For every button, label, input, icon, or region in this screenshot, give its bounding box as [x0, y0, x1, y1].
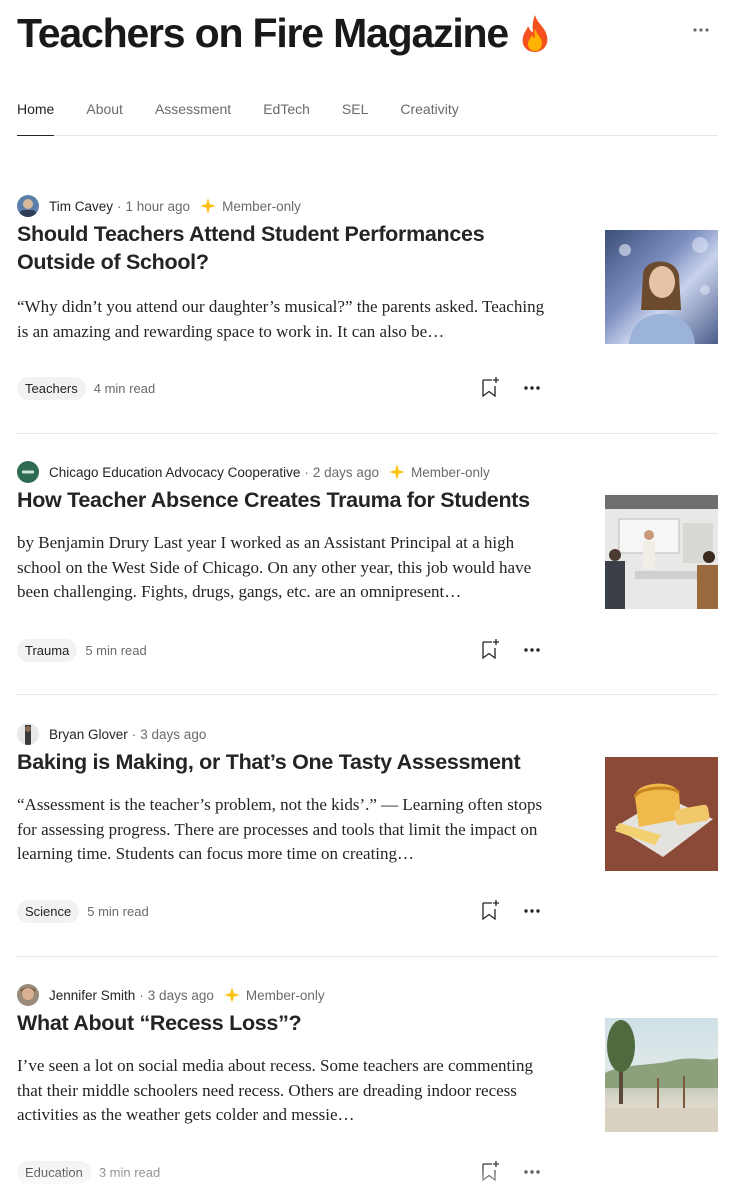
article-thumbnail[interactable] — [605, 495, 718, 609]
read-time: 5 min read — [85, 642, 147, 658]
tab-creativity[interactable]: Creativity — [400, 96, 458, 136]
member-star-icon — [200, 198, 217, 214]
article-card[interactable]: Bryan Glover · 3 days ago Baking is Maki… — [17, 722, 718, 984]
article-card[interactable]: Chicago Education Advocacy Cooperative ·… — [17, 460, 718, 722]
article-title[interactable]: Baking is Making, or That’s One Tasty As… — [17, 748, 562, 776]
article-tag[interactable]: Teachers — [17, 376, 86, 400]
post-time: 1 hour ago — [125, 198, 191, 214]
author-name[interactable]: Tim Cavey — [49, 199, 113, 214]
separator-dot: · — [139, 987, 144, 1003]
bookmark-add-icon[interactable] — [481, 899, 501, 921]
read-time: 3 min read — [98, 1164, 161, 1180]
article-meta: Bryan Glover · 3 days ago — [17, 722, 206, 746]
article-divider — [17, 694, 718, 695]
publication-title[interactable]: Teachers on Fire Magazine — [17, 8, 509, 58]
bookmark-add-icon[interactable] — [481, 1160, 501, 1182]
author-avatar[interactable] — [17, 984, 39, 1006]
publication-title-row: Teachers on Fire Magazine — [17, 8, 722, 58]
article-footer: Science 5 min read — [17, 899, 547, 923]
article-excerpt[interactable]: by Benjamin Drury Last year I worked as … — [17, 531, 557, 606]
tab-edtech[interactable]: EdTech — [263, 96, 310, 136]
tab-assessment[interactable]: Assessment — [155, 96, 231, 136]
read-time: 5 min read — [87, 903, 149, 919]
member-only-label: Member-only — [410, 464, 490, 480]
post-time: 3 days ago — [147, 987, 214, 1003]
more-options-icon[interactable] — [523, 1168, 541, 1176]
tab-home[interactable]: Home — [17, 96, 55, 136]
article-thumbnail[interactable] — [605, 757, 718, 871]
article-meta: Jennifer Smith · 3 days ago Member-only — [17, 983, 325, 1007]
more-options-icon[interactable] — [692, 26, 710, 34]
article-excerpt[interactable]: I’ve seen a lot on social media about re… — [17, 1054, 557, 1129]
article-excerpt[interactable]: “Assessment is the teacher’s problem, no… — [17, 793, 557, 868]
article-card[interactable]: Tim Cavey · 1 hour ago Member-only Shoul… — [17, 194, 718, 456]
more-options-icon[interactable] — [523, 907, 541, 915]
read-time: 4 min read — [93, 380, 156, 396]
article-card[interactable]: Jennifer Smith · 3 days ago Member-only … — [17, 983, 718, 1200]
article-meta: Tim Cavey · 1 hour ago Member-only — [17, 194, 301, 218]
article-tag[interactable]: Education — [17, 1160, 91, 1184]
article-thumbnail[interactable] — [605, 1018, 718, 1132]
author-avatar[interactable] — [17, 723, 39, 745]
article-tag[interactable]: Trauma — [17, 638, 78, 662]
article-excerpt[interactable]: “Why didn’t you attend our daughter’s mu… — [17, 295, 557, 345]
post-time: 3 days ago — [140, 726, 207, 742]
author-name[interactable]: Chicago Education Advocacy Cooperative — [49, 465, 300, 480]
article-footer: Education 3 min read — [17, 1160, 547, 1184]
member-only-label: Member-only — [245, 987, 325, 1003]
separator-dot: · — [304, 464, 309, 480]
fire-icon — [522, 15, 548, 52]
article-title[interactable]: How Teacher Absence Creates Trauma for S… — [17, 486, 562, 514]
author-name[interactable]: Jennifer Smith — [49, 988, 135, 1003]
article-tag[interactable]: Science — [17, 899, 80, 923]
author-name[interactable]: Bryan Glover — [49, 727, 128, 742]
separator-dot: · — [117, 198, 122, 214]
author-avatar[interactable] — [17, 461, 39, 483]
post-time: 2 days ago — [312, 464, 379, 480]
author-avatar[interactable] — [17, 195, 39, 217]
tab-sel[interactable]: SEL — [342, 96, 368, 136]
article-footer: Teachers 4 min read — [17, 376, 547, 400]
more-options-icon[interactable] — [523, 384, 541, 392]
separator-dot: · — [131, 726, 137, 742]
tab-about[interactable]: About — [86, 96, 123, 136]
article-divider — [17, 433, 718, 434]
article-meta: Chicago Education Advocacy Cooperative ·… — [17, 460, 490, 484]
bookmark-add-icon[interactable] — [481, 376, 501, 398]
member-star-icon — [223, 987, 240, 1003]
article-title[interactable]: Should Teachers Attend Student Performan… — [17, 220, 562, 276]
publication-nav-tabs: Home About Assessment EdTech SEL Creativ… — [17, 96, 718, 136]
more-options-icon[interactable] — [523, 646, 541, 654]
article-title[interactable]: What About “Recess Loss”? — [17, 1009, 562, 1037]
member-star-icon — [388, 464, 405, 480]
article-divider — [17, 956, 718, 957]
publication-header: Teachers on Fire Magazine — [17, 8, 722, 58]
article-thumbnail[interactable] — [605, 230, 718, 344]
bookmark-add-icon[interactable] — [481, 638, 501, 660]
member-only-label: Member-only — [222, 198, 301, 214]
article-footer: Trauma 5 min read — [17, 638, 547, 662]
